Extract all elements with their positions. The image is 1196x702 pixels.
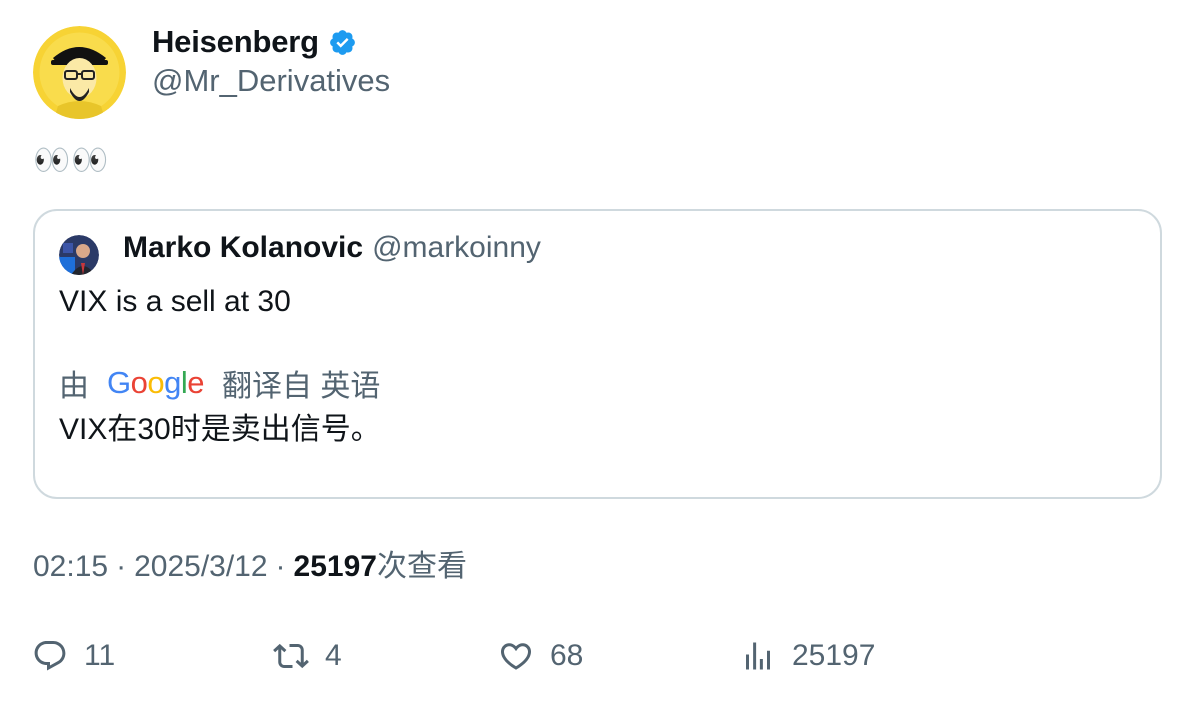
meta-separator: · xyxy=(275,550,286,583)
google-logo-letter: o xyxy=(130,365,148,400)
meta-separator: · xyxy=(116,550,127,583)
tweet-text: 👀👀 xyxy=(33,144,110,177)
analytics-icon xyxy=(746,642,770,670)
like-button[interactable]: 68 xyxy=(498,634,583,678)
verified-badge-icon xyxy=(328,28,357,57)
google-logo-letter: g xyxy=(164,365,181,400)
translated-text: VIX在30时是卖出信号。 xyxy=(59,413,381,446)
author-name-row[interactable]: Heisenberg xyxy=(152,22,357,62)
google-logo[interactable]: Google xyxy=(107,365,205,401)
google-logo-letter: e xyxy=(187,365,205,400)
author-avatar[interactable] xyxy=(33,26,126,119)
quote-author-name[interactable]: Marko Kolanovic xyxy=(123,231,363,265)
like-count: 68 xyxy=(550,639,584,672)
tweet-meta: 02:15 · 2025/3/12 · 25197次查看 xyxy=(33,548,467,586)
heart-icon xyxy=(500,643,532,670)
retweet-button[interactable]: 4 xyxy=(273,634,342,678)
retweet-icon xyxy=(273,643,309,669)
reply-count: 11 xyxy=(84,639,116,672)
views-button[interactable]: 25197 xyxy=(740,634,875,678)
translation-attribution: 由 Google 翻译自 英语 xyxy=(59,363,380,403)
tweet-date[interactable]: 2025/3/12 xyxy=(134,550,267,583)
views-count: 25197 xyxy=(293,550,377,583)
quote-author-avatar[interactable] xyxy=(59,235,99,275)
google-logo-letter: o xyxy=(147,365,165,400)
tweet: Heisenberg @Mr_Derivatives 👀👀 Marko Kola… xyxy=(0,0,1196,702)
translation-source-label[interactable]: 翻译自 英语 xyxy=(222,361,380,405)
tweet-time[interactable]: 02:15 xyxy=(33,550,108,583)
quote-header: Marko Kolanovic @markoinny xyxy=(123,231,541,265)
quote-author-handle[interactable]: @markoinny xyxy=(372,231,541,265)
views-label: 次查看 xyxy=(376,550,467,583)
retweet-count: 4 xyxy=(325,639,342,672)
views-action-count: 25197 xyxy=(792,639,876,672)
quote-text: VIX is a sell at 30 xyxy=(59,285,291,318)
author-handle[interactable]: @Mr_Derivatives xyxy=(152,62,390,100)
reply-button[interactable]: 11 xyxy=(32,634,115,678)
translation-by-label: 由 xyxy=(59,370,89,403)
quoted-tweet-card[interactable]: Marko Kolanovic @markoinny VIX is a sell… xyxy=(33,209,1162,499)
reply-icon xyxy=(34,641,66,671)
google-logo-letter: G xyxy=(107,365,131,400)
author-name[interactable]: Heisenberg xyxy=(152,24,319,60)
